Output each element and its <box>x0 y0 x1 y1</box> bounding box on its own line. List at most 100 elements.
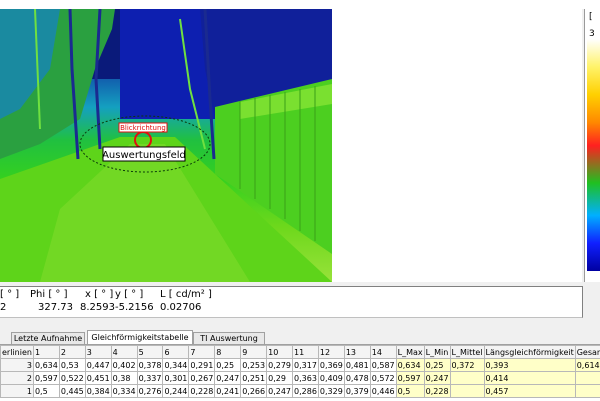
table-cell: 0,29 <box>267 372 293 385</box>
table-cell-lmax: 0,5 <box>396 385 424 398</box>
table-cell: 0,451 <box>85 372 111 385</box>
empty-canvas-area <box>332 9 582 282</box>
luminance-scale: [ 3 <box>584 9 600 282</box>
tab-bar: Letzte Aufnahme Gleichförmigkeitstabelle… <box>0 330 600 344</box>
table-cell: 0,38 <box>111 372 137 385</box>
table-cell: 0,363 <box>293 372 319 385</box>
table-cell-lmin: 0,247 <box>424 372 450 385</box>
table-cell: 0,378 <box>137 359 163 372</box>
table-cell: 0,445 <box>59 385 85 398</box>
table-cell-longitudinal: 0,457 <box>484 385 575 398</box>
table-cell: 0,286 <box>293 385 319 398</box>
col-header[interactable]: 12 <box>318 346 344 359</box>
table-cell: 0,251 <box>241 372 267 385</box>
col-header[interactable]: 7 <box>189 346 215 359</box>
readout-label-x: x [ ° ] <box>85 289 113 300</box>
table-cell-lmittel: 0,372 <box>450 359 484 372</box>
table-cell-lmax: 0,634 <box>396 359 424 372</box>
readout-value-theta: 2 <box>0 302 6 313</box>
col-header[interactable]: 6 <box>163 346 189 359</box>
table-cell: 0,228 <box>189 385 215 398</box>
table-cell: 0,597 <box>33 372 59 385</box>
table-cell: 0,379 <box>344 385 370 398</box>
table-cell: 0,402 <box>111 359 137 372</box>
table-row[interactable]: 1 0,5 0,445 0,384 0,334 0,276 0,244 0,22… <box>1 385 600 398</box>
readout-label-l: L [ cd/m² ] <box>160 289 212 300</box>
table-cell: 0,572 <box>370 372 396 385</box>
table-cell-lmax: 0,597 <box>396 372 424 385</box>
col-header[interactable]: L_Min <box>424 346 450 359</box>
table-cell: 0,344 <box>163 359 189 372</box>
table-cell: 0,241 <box>215 385 241 398</box>
table-cell: 0,522 <box>59 372 85 385</box>
table-row[interactable]: 2 0,597 0,522 0,451 0,38 0,337 0,301 0,2… <box>1 372 600 385</box>
window-top-strip <box>0 0 600 9</box>
table-cell: 0,447 <box>85 359 111 372</box>
cursor-readout: [ ° ] Phi [ ° ] x [ ° ] y [ ° ] L [ cd/m… <box>0 286 583 318</box>
col-header[interactable]: 14 <box>370 346 396 359</box>
luminance-image-scene: Blickrichtung Auswertungsfeld <box>0 9 332 282</box>
table-cell: 0,5 <box>33 385 59 398</box>
row-header: 1 <box>1 385 34 398</box>
readout-value-x: 8.2593 <box>80 302 115 313</box>
col-header[interactable]: 13 <box>344 346 370 359</box>
table-cell: 0,53 <box>59 359 85 372</box>
col-header[interactable]: 9 <box>241 346 267 359</box>
scale-max-label: 3 <box>589 29 595 39</box>
table-cell: 0,481 <box>344 359 370 372</box>
table-cell: 0,329 <box>318 385 344 398</box>
col-header[interactable]: 10 <box>267 346 293 359</box>
table-cell: 0,384 <box>85 385 111 398</box>
col-header[interactable]: 5 <box>137 346 163 359</box>
table-cell: 0,369 <box>318 359 344 372</box>
table-cell: 0,337 <box>137 372 163 385</box>
readout-label-theta: [ ° ] <box>0 289 19 300</box>
table-cell-overall <box>575 385 600 398</box>
table-cell-overall <box>575 372 600 385</box>
table-cell: 0,634 <box>33 359 59 372</box>
table-cell: 0,266 <box>241 385 267 398</box>
col-header[interactable]: 2 <box>59 346 85 359</box>
evaluation-field-label: Auswertungsfeld <box>102 150 186 161</box>
table-cell-lmittel <box>450 372 484 385</box>
readout-label-phi: Phi [ ° ] <box>30 289 68 300</box>
table-cell: 0,301 <box>163 372 189 385</box>
readout-value-phi: 327.73 <box>38 302 73 313</box>
readout-value-y: -5.2156 <box>115 302 154 313</box>
table-cell: 0,267 <box>189 372 215 385</box>
readout-value-l: 0.02706 <box>160 302 201 313</box>
readout-label-y: y [ ° ] <box>115 289 143 300</box>
col-header[interactable]: 8 <box>215 346 241 359</box>
scale-top-label: [ <box>589 12 593 22</box>
row-header: 3 <box>1 359 34 372</box>
col-header[interactable]: L_Mittel <box>450 346 484 359</box>
table-cell: 0,587 <box>370 359 396 372</box>
table-cell: 0,279 <box>267 359 293 372</box>
table-row[interactable]: 3 0,634 0,53 0,447 0,402 0,378 0,344 0,2… <box>1 359 600 372</box>
col-header[interactable]: 4 <box>111 346 137 359</box>
row-header: 2 <box>1 372 34 385</box>
tab-uniformity-table[interactable]: Gleichförmigkeitstabelle <box>87 330 193 345</box>
col-header[interactable]: erlinien <box>1 346 34 359</box>
table-cell: 0,291 <box>189 359 215 372</box>
table-cell: 0,247 <box>267 385 293 398</box>
table-cell: 0,25 <box>215 359 241 372</box>
luminance-image[interactable]: Blickrichtung Auswertungsfeld <box>0 9 332 282</box>
uniformity-table-container[interactable]: erlinien 1 2 3 4 5 6 7 8 9 10 11 12 13 1… <box>0 344 600 401</box>
table-cell: 0,244 <box>163 385 189 398</box>
col-header[interactable]: 3 <box>85 346 111 359</box>
table-cell: 0,446 <box>370 385 396 398</box>
table-cell-lmin: 0,228 <box>424 385 450 398</box>
scale-gradient <box>587 39 600 271</box>
table-cell: 0,478 <box>344 372 370 385</box>
col-header[interactable]: L_Max <box>396 346 424 359</box>
col-header[interactable]: Längsgleichförmigkeit <box>484 346 575 359</box>
col-header[interactable]: Gesamtgleich <box>575 346 600 359</box>
table-cell: 0,247 <box>215 372 241 385</box>
table-cell: 0,317 <box>293 359 319 372</box>
col-header[interactable]: 1 <box>33 346 59 359</box>
col-header[interactable]: 11 <box>293 346 319 359</box>
uniformity-table: erlinien 1 2 3 4 5 6 7 8 9 10 11 12 13 1… <box>0 345 600 398</box>
table-cell-lmittel <box>450 385 484 398</box>
table-header-row: erlinien 1 2 3 4 5 6 7 8 9 10 11 12 13 1… <box>1 346 600 359</box>
